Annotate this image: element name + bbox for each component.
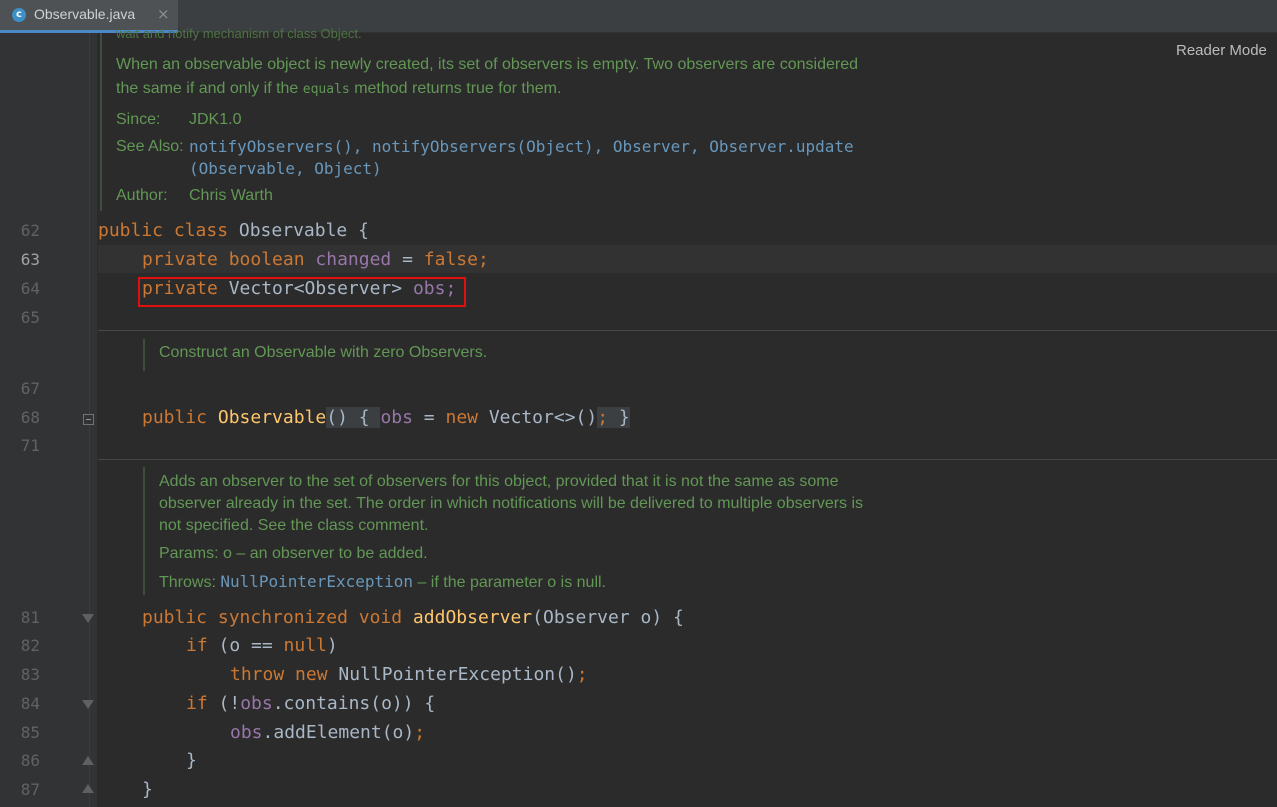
code-line-82[interactable]: if (o == null) (186, 634, 338, 658)
doc-comment-bar (143, 339, 145, 371)
line-number: 86 (20, 751, 40, 770)
fold-start-icon[interactable] (82, 700, 94, 709)
see-also-label: See Also: (116, 138, 184, 155)
fold-toggle-icon[interactable] (83, 414, 94, 425)
line-number: 81 (20, 608, 40, 627)
see-also-links-cont: (Observable, Object) (189, 159, 382, 179)
doc-paragraph-line: When an observable object is newly creat… (116, 56, 858, 73)
code-line-87[interactable]: } (142, 778, 153, 802)
line-number: 82 (20, 636, 40, 655)
ctor-doc-text: Construct an Observable with zero Observ… (159, 344, 488, 361)
fold-end-icon[interactable] (82, 756, 94, 765)
doc-link[interactable]: Observer (613, 137, 690, 156)
line-number: 87 (20, 780, 40, 799)
doc-separator (98, 459, 1277, 460)
author-value: Chris Warth (189, 187, 273, 204)
line-number-current: 63 (20, 250, 40, 269)
line-number: 71 (20, 436, 40, 455)
line-number: 67 (20, 379, 40, 398)
line-number: 68 (20, 408, 40, 427)
doc-paragraph-line: the same if and only if the equals metho… (116, 80, 561, 98)
line-number: 64 (20, 279, 40, 298)
doc-comment-bar (143, 467, 145, 595)
code-line-62[interactable]: public class Observable { (98, 219, 369, 243)
since-label: Since: (116, 111, 161, 128)
code-line-84[interactable]: if (!obs.contains(o)) { (186, 692, 435, 716)
doc-link[interactable]: Observer.update (709, 137, 854, 156)
line-number: 85 (20, 723, 40, 742)
fold-end-icon[interactable] (82, 784, 94, 793)
line-number: 65 (20, 308, 40, 327)
code-line-81[interactable]: public synchronized void addObserver(Obs… (142, 606, 684, 630)
add-doc-line: observer already in the set. The order i… (159, 495, 864, 512)
see-also-links: notifyObservers(), notifyObservers(Objec… (189, 137, 854, 156)
doc-link[interactable]: notifyObservers() (189, 137, 353, 156)
params-line: Params: o – an observer to be added. (159, 545, 428, 562)
doc-link[interactable]: notifyObservers(Object) (372, 137, 594, 156)
doc-link[interactable]: NullPointerException (220, 572, 413, 591)
code-line-85[interactable]: obs.addElement(o); (230, 721, 425, 745)
doc-code: equals (302, 82, 350, 97)
line-number: 84 (20, 694, 40, 713)
code-line-83[interactable]: throw new NullPointerException(); (230, 663, 588, 687)
reader-mode-button[interactable]: Reader Mode (1176, 42, 1267, 59)
java-class-icon: c (12, 8, 26, 22)
doc-text: the same if and only if the (116, 80, 303, 97)
tab-label: Observable.java (34, 6, 136, 22)
code-line-68[interactable]: public Observable() { obs = new Vector<>… (142, 406, 630, 430)
doc-link[interactable]: (Observable, Object) (189, 159, 382, 178)
doc-partial-line: wait and notify mechanism of class Objec… (116, 26, 362, 41)
add-doc-line: Adds an observer to the set of observers… (159, 473, 839, 490)
close-icon[interactable]: × (157, 5, 170, 23)
add-doc-line: not specified. See the class comment. (159, 517, 429, 534)
since-value: JDK1.0 (189, 111, 242, 128)
line-number: 62 (20, 221, 40, 240)
fold-start-icon[interactable] (82, 614, 94, 623)
doc-comment-bar (100, 33, 102, 211)
code-line-63[interactable]: private boolean changed = false; (142, 248, 489, 272)
code-line-86[interactable]: } (186, 749, 197, 773)
doc-text: method returns true for them. (349, 80, 562, 97)
highlight-box (138, 277, 466, 307)
throws-line: Throws: NullPointerException – if the pa… (159, 572, 606, 591)
author-label: Author: (116, 187, 168, 204)
doc-separator (98, 330, 1277, 331)
line-number: 83 (20, 665, 40, 684)
